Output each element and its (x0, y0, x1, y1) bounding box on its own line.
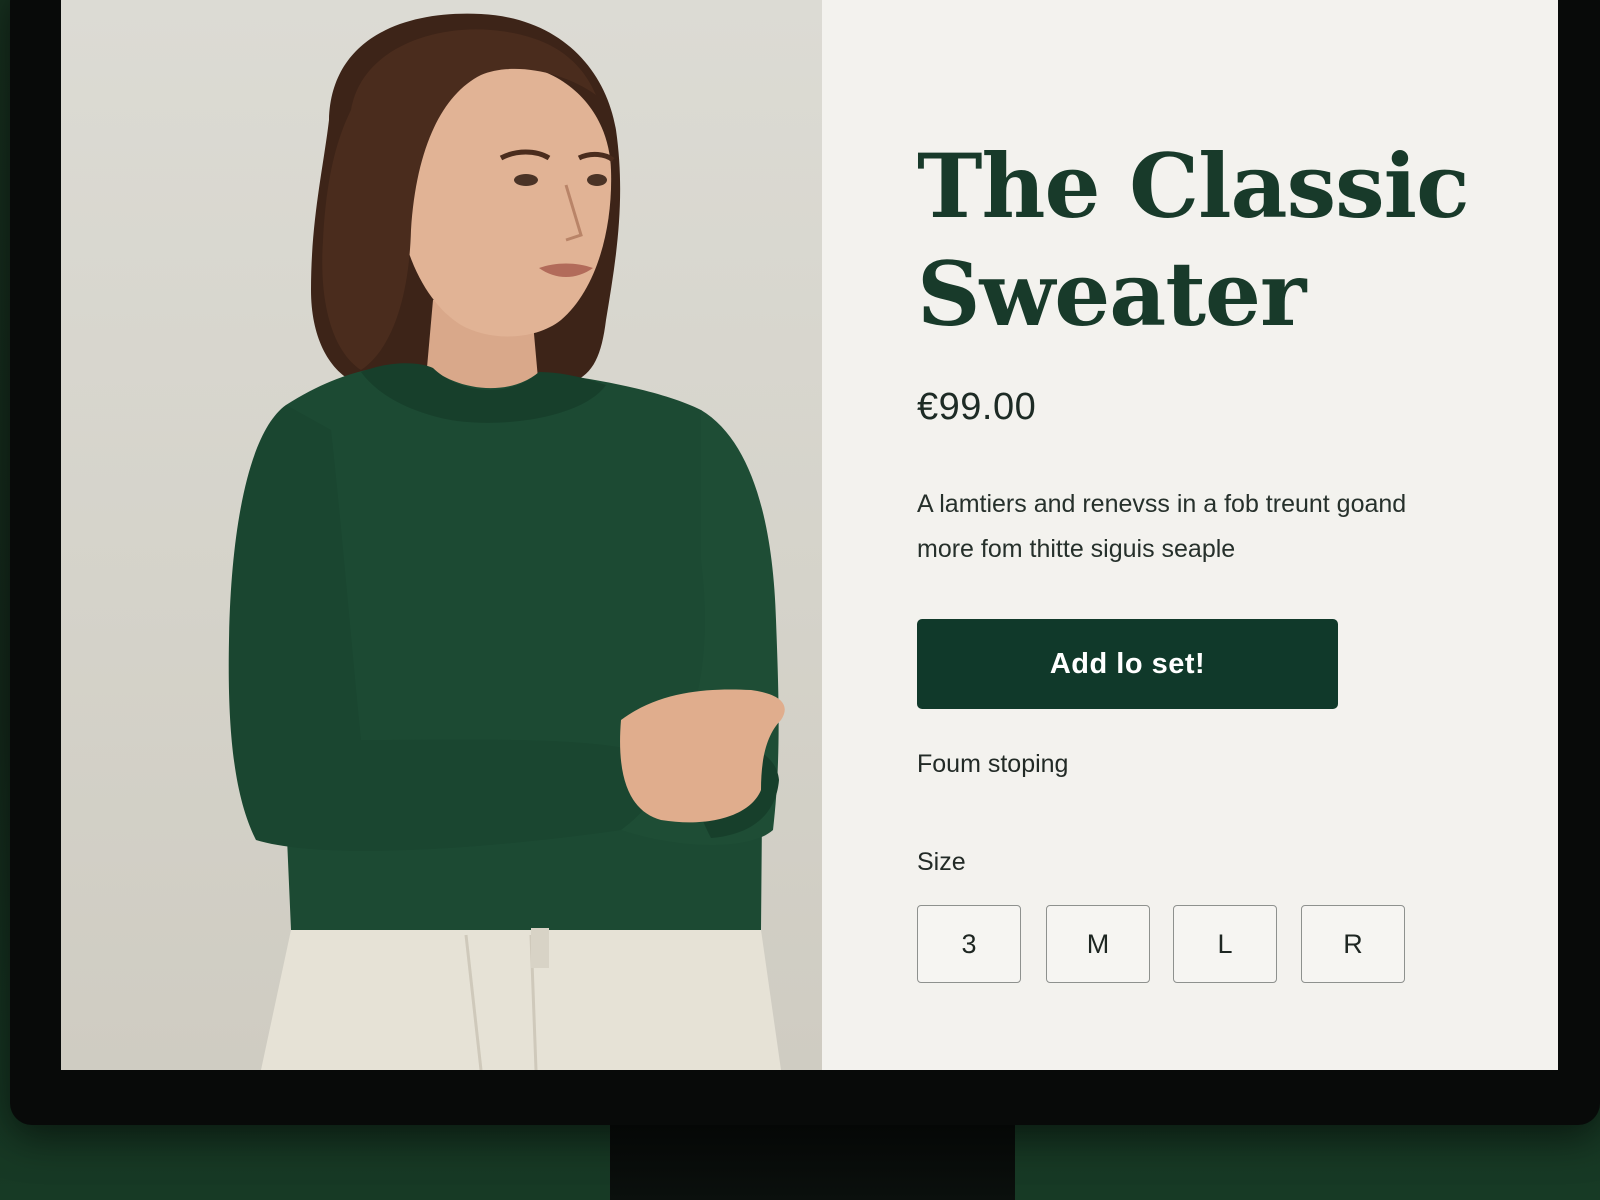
size-option[interactable]: R (1301, 905, 1405, 983)
size-label: Size (917, 848, 966, 876)
product-photo (61, 0, 822, 1070)
size-option[interactable]: L (1173, 905, 1277, 983)
monitor-stand (610, 1125, 1015, 1200)
shipping-info: Foum stoping (917, 750, 1069, 778)
model-illustration (228, 13, 785, 1070)
product-page: The Classic Sweater €99.00 A lamtiers an… (61, 0, 1558, 1070)
size-option[interactable]: 3 (917, 905, 1021, 983)
product-details: The Classic Sweater €99.00 A lamtiers an… (822, 0, 1558, 1070)
add-to-cart-button[interactable]: Add lo set! (917, 619, 1338, 709)
size-option[interactable]: M (1046, 905, 1150, 983)
product-price: €99.00 (917, 386, 1037, 428)
product-description: A lamtiers and renevss in a fob treunt g… (917, 490, 1407, 563)
product-title: The Classic Sweater (917, 134, 1470, 346)
